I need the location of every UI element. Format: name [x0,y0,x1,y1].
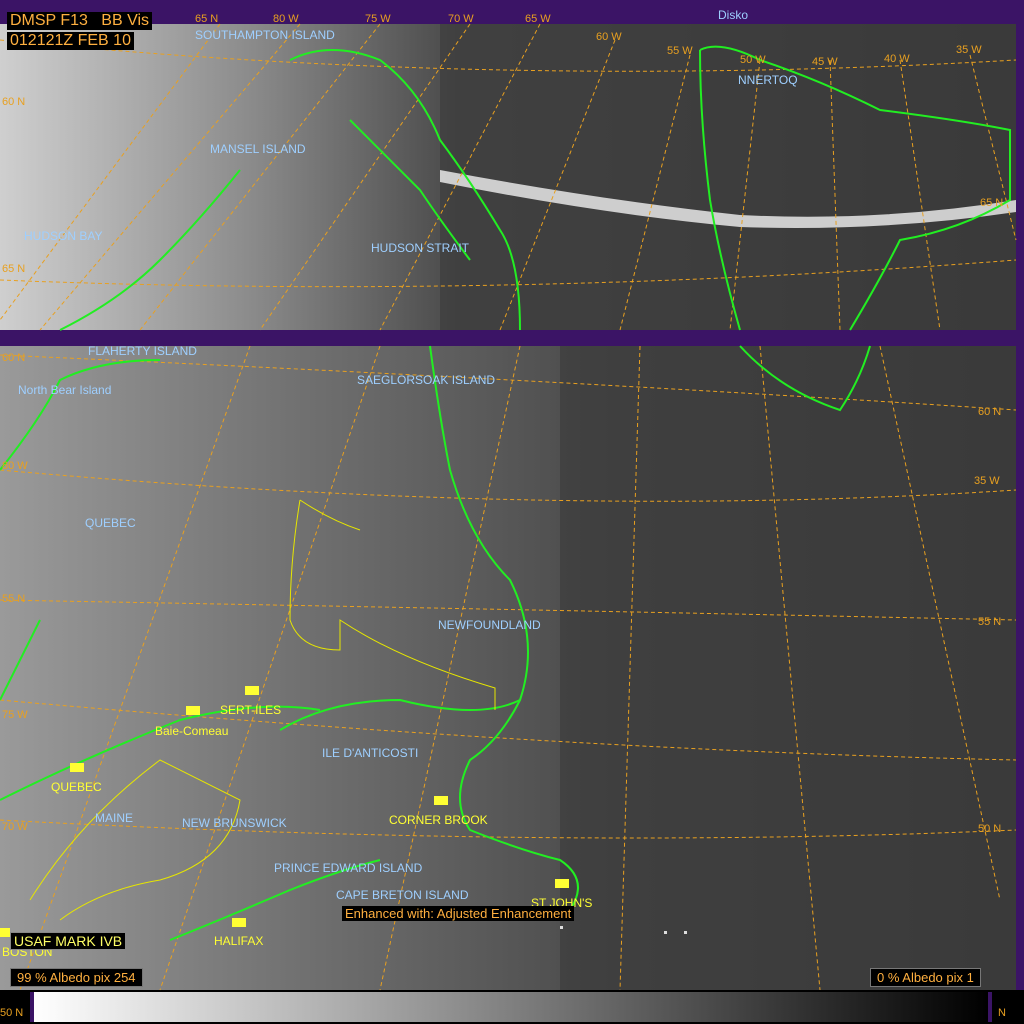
geo-label: ILE D'ANTICOSTI [322,746,419,760]
grid-label: N [998,1007,1006,1019]
geo-label: PRINCE EDWARD ISLAND [274,861,423,875]
grid-label: 50 W [740,54,766,66]
geo-label: Disko [718,8,749,22]
header-satellite: DMSP F13 BB Vis [7,12,153,30]
grid-label: 80 W [2,460,28,472]
geo-label: CAPE BRETON ISLAND [336,888,469,902]
albedo-scale-bar [34,992,988,1022]
geo-label: HUDSON BAY [24,229,103,243]
grid-label: 60 W [596,31,622,43]
grid-label: 65 W [525,13,551,25]
city-label: QUEBEC [51,780,102,794]
grid-label: 50 N [978,823,1002,835]
city-label: CORNER BROOK [389,813,488,827]
grid-label: 80 W [273,13,299,25]
satellite-map [0,0,1024,1024]
geo-label: NEW BRUNSWICK [182,816,287,830]
grid-label: 75 W [365,13,391,25]
grid-label: 65 N [2,263,26,275]
source-label: USAF MARK IVB [10,932,127,950]
grid-label: 70 W [448,13,474,25]
grid-label: 45 W [812,56,838,68]
geo-label: SAEGLORSOAK ISLAND [357,373,496,387]
geo-label: MANSEL ISLAND [210,142,306,156]
grid-label: 55 N [2,593,26,605]
grid-label: 50 N [0,1007,24,1019]
grid-label: 55 N [978,616,1002,628]
grid-label: 75 W [2,709,28,721]
city-label: SERT-ILES [220,703,282,717]
grid-label: 35 W [974,475,1000,487]
grid-label: 40 W [884,53,910,65]
geo-label: NNERTOQ [738,73,798,87]
grid-label: 60 N [2,96,26,108]
geo-label: SOUTHAMPTON ISLAND [195,28,335,42]
grid-label: 60 N [2,352,26,364]
satellite-image-viewer: DMSP F13 BB Vis 012121Z FEB 10 65 N 80 W… [0,0,1024,1024]
grid-label: 55 W [667,45,693,57]
geo-label: HUDSON STRAIT [371,241,470,255]
grid-label: 60 N [978,406,1002,418]
geo-label: NEWFOUNDLAND [438,618,541,632]
frame-right [1016,0,1024,1024]
city-label: Baie-Comeau [155,724,229,738]
grid-label: 35 W [956,44,982,56]
geo-label: FLAHERTY ISLAND [88,344,197,358]
grid-label: 65 N [980,197,1004,209]
frame-top [0,0,1024,24]
geo-label: QUEBEC [85,516,136,530]
grid-label: 65 N [195,13,219,25]
geo-label: North Bear Island [18,383,112,397]
albedo-left-label: 99 % Albedo pix 254 [10,968,143,987]
city-label: HALIFAX [214,934,264,948]
header-timestamp: 012121Z FEB 10 [7,32,134,50]
albedo-right-label: 0 % Albedo pix 1 [870,968,981,987]
grid-label: 70 W [2,821,28,833]
geo-label: MAINE [95,811,134,825]
enhancement-label: Enhanced with: Adjusted Enhancement [342,906,575,921]
